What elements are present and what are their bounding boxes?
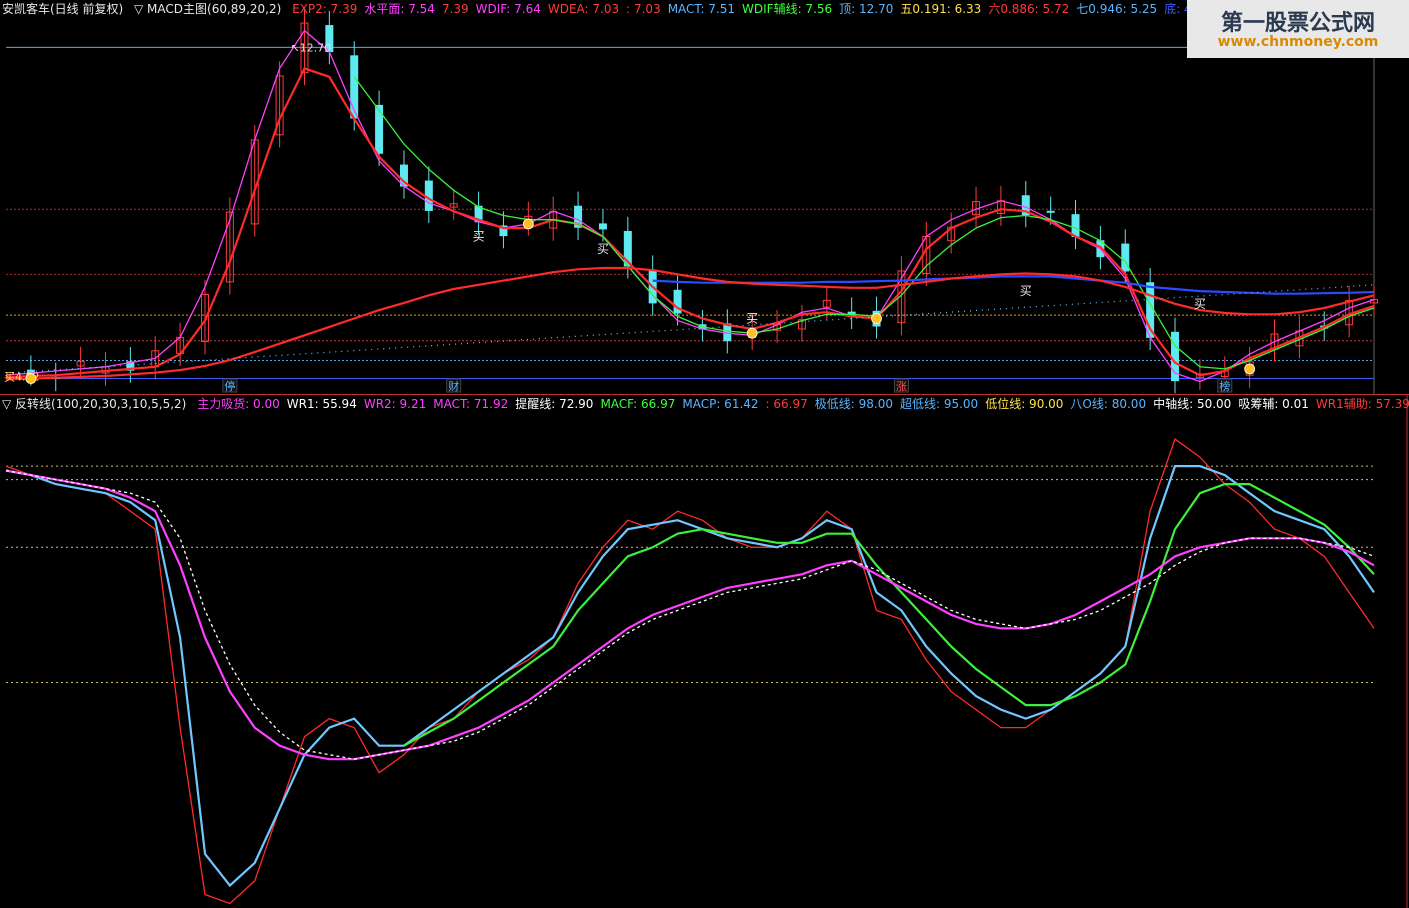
lower-value-7: : 66.97 <box>765 397 808 411</box>
lower-series-提醒线 <box>5 469 1375 760</box>
buy-label-4: 买 <box>1194 297 1206 311</box>
buy-dot-2 <box>746 327 758 339</box>
buy-dot-0 <box>25 373 37 384</box>
candle-body <box>350 55 359 119</box>
lower-series-WR1 <box>5 465 1375 888</box>
lower-value-3: MACT: 71.92 <box>433 397 509 411</box>
buy-dot-1 <box>522 218 534 230</box>
stock-title: 安凯客车(日线 前复权) <box>2 2 124 16</box>
lower-value-4: 提醒线: 72.90 <box>515 397 594 411</box>
upper-series-WDIF <box>5 29 1375 383</box>
lower-indicator-values: 主力吸货: 0.00 WR1: 55.94 WR2: 9.21 MACT: 71.92… <box>197 397 1409 411</box>
upper-value-6: MACT: 7.51 <box>667 2 736 16</box>
stock-chart[interactable]: ↖12.70买4.82买买买买买停财涨榜 <box>0 0 1409 908</box>
upper-value-11: 七0.946: 5.25 <box>1076 2 1158 16</box>
lower-series-MACT <box>5 469 1375 761</box>
upper-indicator-name[interactable]: ▽ MACD主图(60,89,20,2) <box>134 2 281 16</box>
upper-value-9: 五0.191: 6.33 <box>900 2 982 16</box>
upper-series-EXP2 <box>5 67 1375 379</box>
lower-value-11: 八O线: 80.00 <box>1070 397 1147 411</box>
lower-value-0: 主力吸货: 0.00 <box>197 397 280 411</box>
lower-value-14: WR1辅助: 57.39 <box>1315 397 1409 411</box>
event-marker-2: 涨 <box>896 380 907 393</box>
lower-value-6: MACP: 61.42 <box>682 397 759 411</box>
lower-value-13: 吸筹辅: 0.01 <box>1238 397 1309 411</box>
upper-dotted-trend <box>5 284 1375 374</box>
event-marker-1: 财 <box>448 379 459 393</box>
lower-value-2: WR2: 9.21 <box>363 397 427 411</box>
event-marker-0: 停 <box>224 379 235 393</box>
upper-value-8: 顶: 12.70 <box>839 2 894 16</box>
watermark: 第一股票公式网 www.chnmoney.com <box>1187 0 1409 58</box>
watermark-url: www.chnmoney.com <box>1217 34 1379 50</box>
lower-value-8: 极低线: 98.00 <box>814 397 893 411</box>
lower-indicator-name[interactable]: ▽ 反转线(100,20,30,3,10,5,5,2) <box>2 397 186 411</box>
buy-label-0: 买 <box>473 230 485 244</box>
lower-series-WR2 <box>5 438 1375 905</box>
watermark-title: 第一股票公式网 <box>1220 11 1375 36</box>
lower-panel-header: ▽ 反转线(100,20,30,3,10,5,5,2) 主力吸货: 0.00 WR… <box>2 396 1409 412</box>
upper-value-10: 六0.886: 5.72 <box>988 2 1070 16</box>
upper-panel-header: 安凯客车(日线 前复权) ▽ MACD主图(60,89,20,2) EXP2: … <box>2 1 1225 17</box>
lower-value-5: MACF: 66.97 <box>600 397 676 411</box>
lower-value-9: 超低线: 95.00 <box>899 397 979 411</box>
buy-label-1: 买 <box>597 242 609 256</box>
event-marker-3: 榜 <box>1219 379 1230 393</box>
upper-value-1: 水平面: 7.54 <box>364 2 435 16</box>
top-price-label: ↖12.70 <box>290 41 331 54</box>
upper-indicator-values: EXP2: 7.39 水平面: 7.54 7.39 WDIF: 7.64 WDEA: 7… <box>292 2 1218 16</box>
buy-dot-3 <box>871 313 882 324</box>
lower-value-12: 中轴线: 50.00 <box>1153 397 1232 411</box>
upper-value-5: : 7.03 <box>626 2 661 16</box>
upper-value-2: 7.39 <box>441 2 469 16</box>
upper-value-4: WDEA: 7.03 <box>547 2 620 16</box>
candle-body <box>1071 214 1080 238</box>
candle-body <box>1046 210 1055 213</box>
upper-value-7: WDIF辅线: 7.56 <box>742 2 833 16</box>
upper-value-0: EXP2: 7.39 <box>292 2 358 16</box>
buy-dot-4 <box>1244 363 1256 375</box>
buy-label-2: 买 <box>746 311 758 325</box>
upper-value-3: WDIF: 7.64 <box>475 2 541 16</box>
upper-series-WDEA <box>5 266 1375 381</box>
candle-body <box>598 223 607 230</box>
lower-value-1: WR1: 55.94 <box>286 397 357 411</box>
candle-body <box>375 104 384 154</box>
buy-label-3: 买 <box>1020 284 1032 298</box>
lower-value-10: 低位线: 90.00 <box>985 397 1064 411</box>
upper-series-WDIF辅线 <box>353 76 1375 370</box>
